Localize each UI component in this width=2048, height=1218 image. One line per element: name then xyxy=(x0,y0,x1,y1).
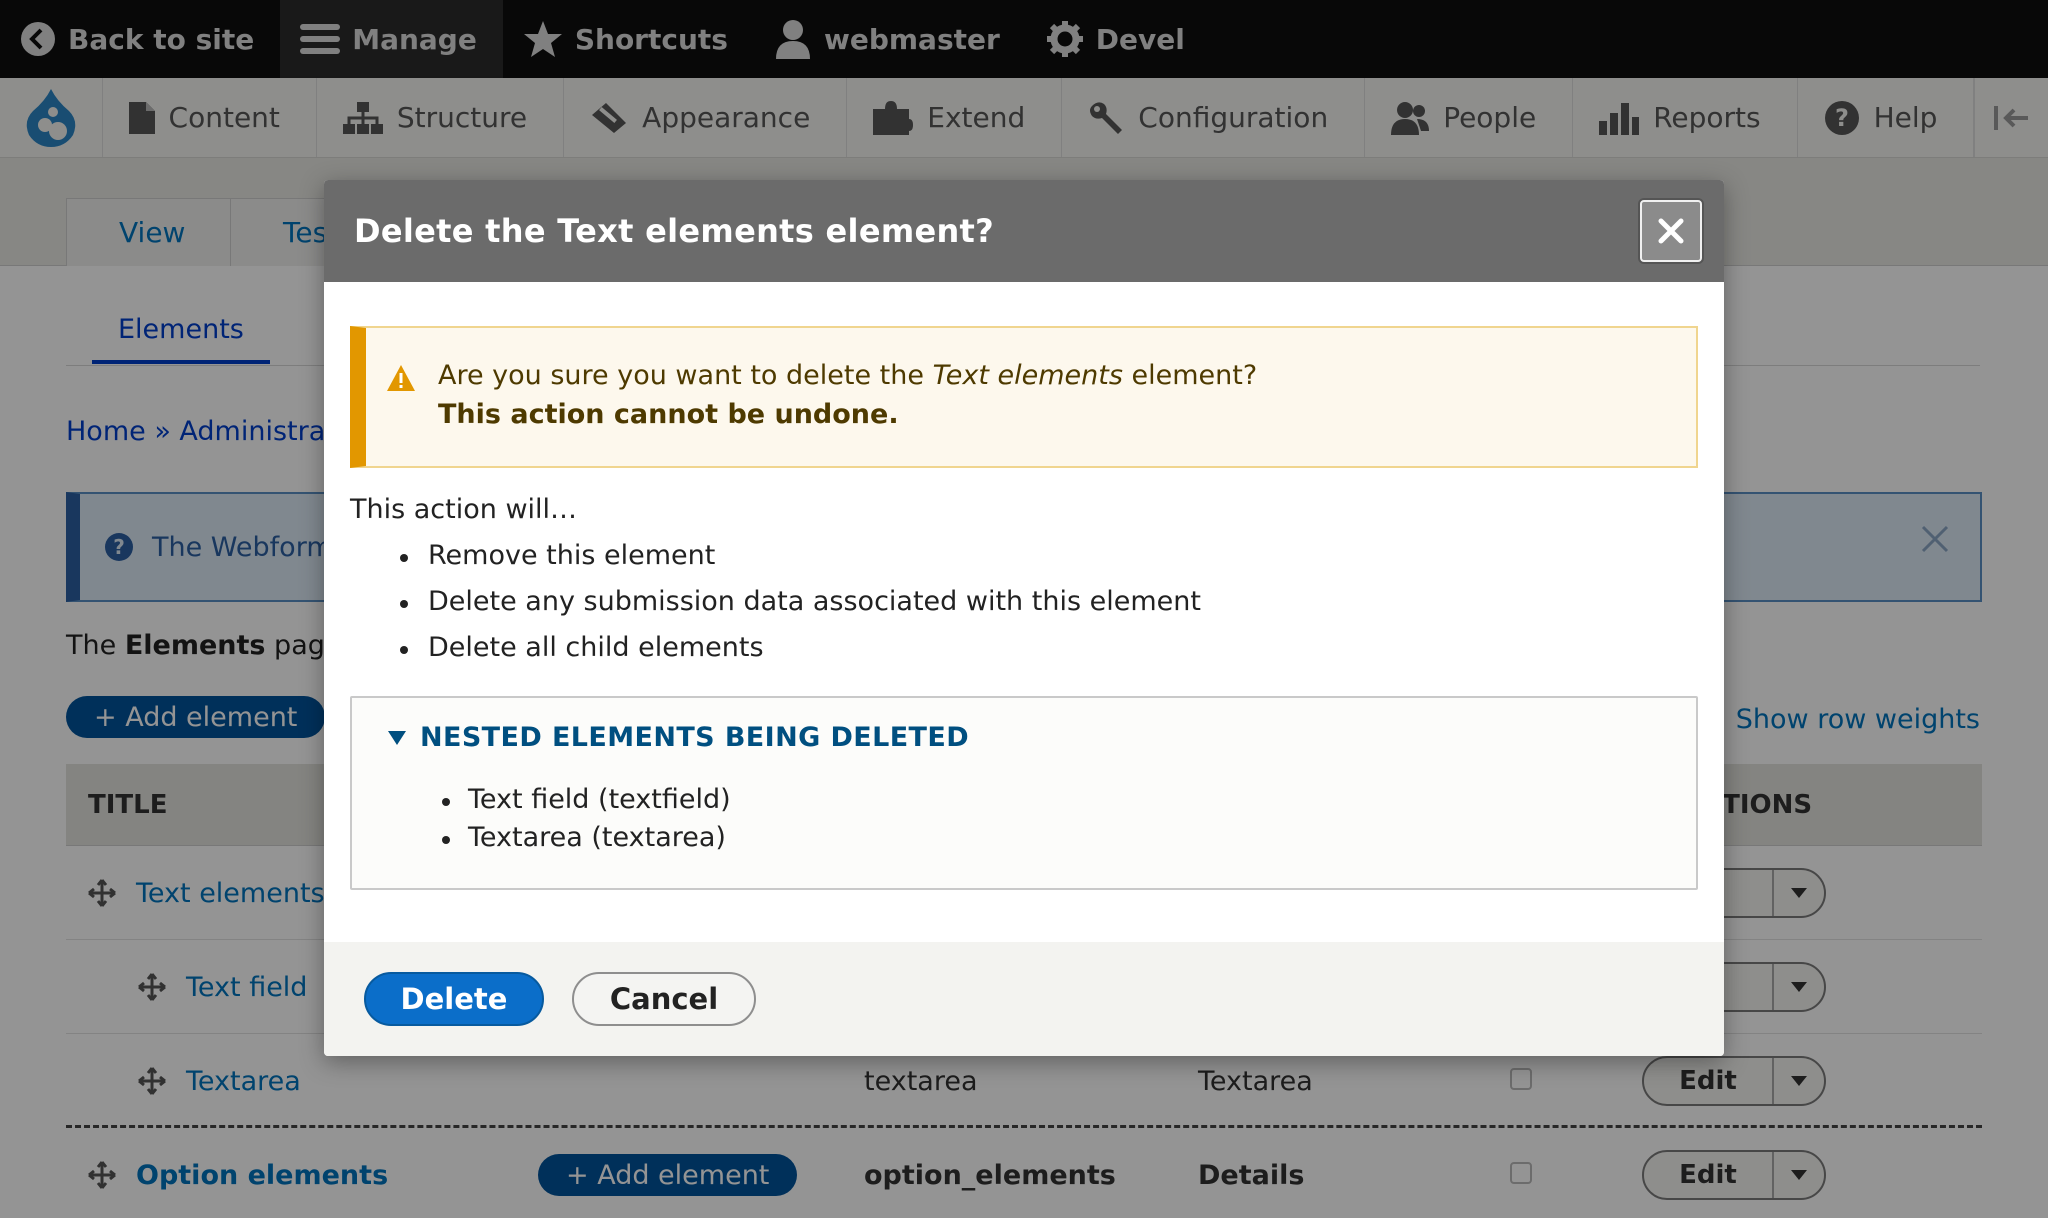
dialog-header: Delete the Text elements element? xyxy=(324,180,1724,282)
nested-item: Text field (textfield) xyxy=(442,784,731,815)
action-item: Delete any submission data associated wi… xyxy=(400,586,1201,617)
action-intro: This action will… xyxy=(350,494,578,525)
cancel-button[interactable]: Cancel xyxy=(572,972,756,1026)
close-icon xyxy=(1658,218,1684,244)
nested-elements-details: NESTED ELEMENTS BEING DELETED Text field… xyxy=(350,696,1698,890)
warning-item-name: Text elements xyxy=(932,360,1123,391)
delete-dialog: Delete the Text elements element? Are yo… xyxy=(324,180,1724,1056)
warning-question: Are you sure you want to delete the Text… xyxy=(438,360,1258,391)
action-item: Delete all child elements xyxy=(400,632,764,663)
dialog-title: Delete the Text elements element? xyxy=(354,212,995,250)
dialog-close-button[interactable] xyxy=(1640,200,1702,262)
delete-button[interactable]: Delete xyxy=(364,972,544,1026)
action-item: Remove this element xyxy=(399,540,716,571)
warning-icon xyxy=(387,365,415,391)
warning-undo-text: This action cannot be undone. xyxy=(438,399,899,430)
nested-item: Textarea (textarea) xyxy=(442,822,726,853)
triangle-down-icon xyxy=(388,730,406,745)
nested-elements-summary[interactable]: NESTED ELEMENTS BEING DELETED xyxy=(388,722,969,753)
warning-message: Are you sure you want to delete the Text… xyxy=(350,326,1698,468)
dialog-footer: Delete Cancel xyxy=(324,942,1724,1056)
